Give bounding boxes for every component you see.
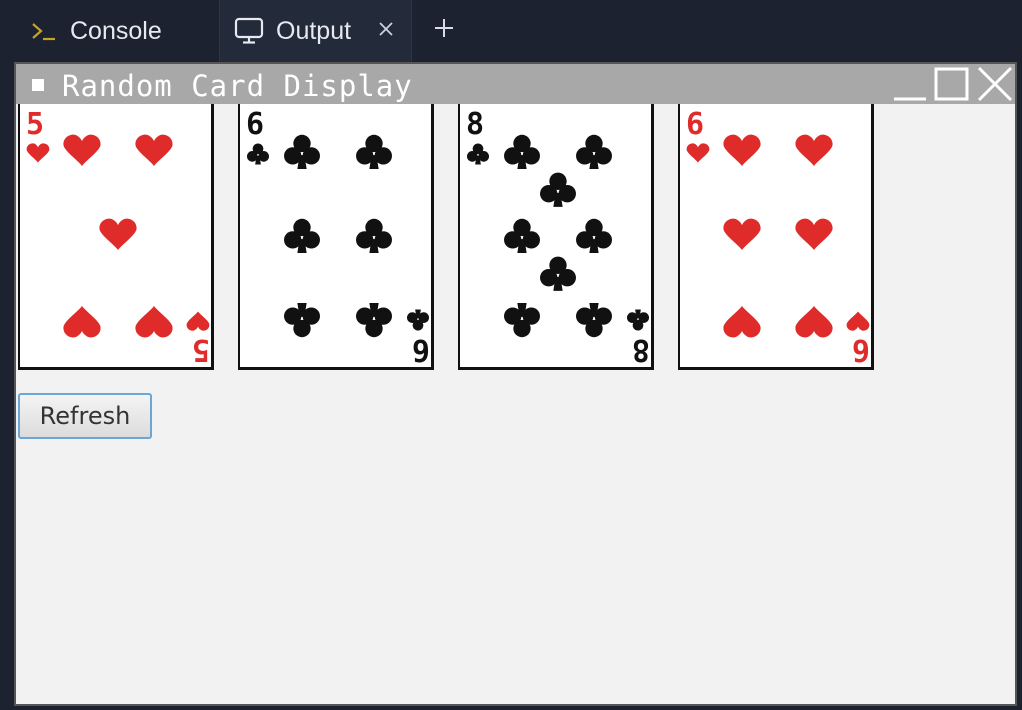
card-suit-heart-icon [846,311,870,331]
card-face: 66 [246,107,430,367]
window-menu-icon[interactable] [32,79,44,91]
card-pip-club-icon [284,302,320,338]
refresh-button[interactable]: Refresh [18,393,152,439]
ide-tab-bar: Console Output [0,0,1022,62]
card-pip-club-icon [356,134,392,170]
card-pip-heart-icon [63,306,101,338]
playing-card-2: 66 [238,104,434,370]
tab-output-label: Output [276,16,352,45]
card-rank-bottom: 5 [192,332,210,367]
plus-icon [433,17,455,43]
card-pip-club-icon [284,134,320,170]
card-suit-heart-icon [26,143,50,163]
window-titlebar[interactable]: Random Card Display [16,64,1015,104]
minimize-icon[interactable] [892,66,928,102]
card-rank-top: 6 [686,107,704,142]
card-rank-bottom: 6 [412,332,430,367]
card-rank-bottom: 6 [852,332,870,367]
card-pip-heart-icon [135,134,173,166]
tab-console-label: Console [70,16,162,45]
card-pip-club-icon [576,218,612,254]
card-suit-club-icon [626,309,650,331]
card-pip-heart-icon [63,134,101,166]
monitor-icon [234,17,264,45]
card-pip-club-icon [356,218,392,254]
playing-card-3: 88 [458,104,654,370]
card-pip-heart-icon [795,306,833,338]
tab-output[interactable]: Output [219,0,412,62]
card-pip-heart-icon [723,134,761,166]
card-pip-heart-icon [135,306,173,338]
window-content: 55 66 88 66 Refresh [16,104,1015,704]
card-pip-club-icon [540,256,576,291]
output-pane: Random Card Display 55 66 88 66 Refresh [14,62,1017,706]
card-suit-club-icon [406,309,430,331]
card-suit-heart-icon [686,143,710,163]
card-suit-club-icon [466,143,490,165]
card-pip-heart-icon [723,306,761,338]
card-suit-club-icon [246,143,270,165]
maximize-icon[interactable] [934,66,970,102]
card-pip-club-icon [356,302,392,338]
playing-card-4: 66 [678,104,874,370]
card-pip-heart-icon [795,134,833,166]
card-rank-bottom: 8 [632,332,650,367]
card-face: 88 [466,107,650,367]
card-rank-top: 8 [466,107,484,142]
window-title: Random Card Display [62,69,413,103]
card-pip-club-icon [504,218,540,254]
card-rank-top: 5 [26,107,44,142]
add-tab-button[interactable] [428,14,460,46]
card-pip-club-icon [540,172,576,207]
card-pip-heart-icon [795,218,833,250]
card-rank-top: 6 [246,107,264,142]
terminal-icon [30,20,58,42]
card-pip-club-icon [504,302,540,338]
card-pip-heart-icon [723,218,761,250]
card-pip-club-icon [576,134,612,170]
card-pip-club-icon [504,134,540,170]
tab-console[interactable]: Console [14,0,218,62]
card-suit-heart-icon [186,311,210,331]
card-face: 66 [686,107,870,367]
card-pip-heart-icon [99,218,137,250]
card-face: 55 [26,107,210,367]
playing-card-1: 55 [18,104,214,370]
card-pip-club-icon [284,218,320,254]
card-pip-club-icon [576,302,612,338]
close-tab-icon[interactable] [373,16,399,42]
window-close-icon[interactable] [976,66,1014,102]
